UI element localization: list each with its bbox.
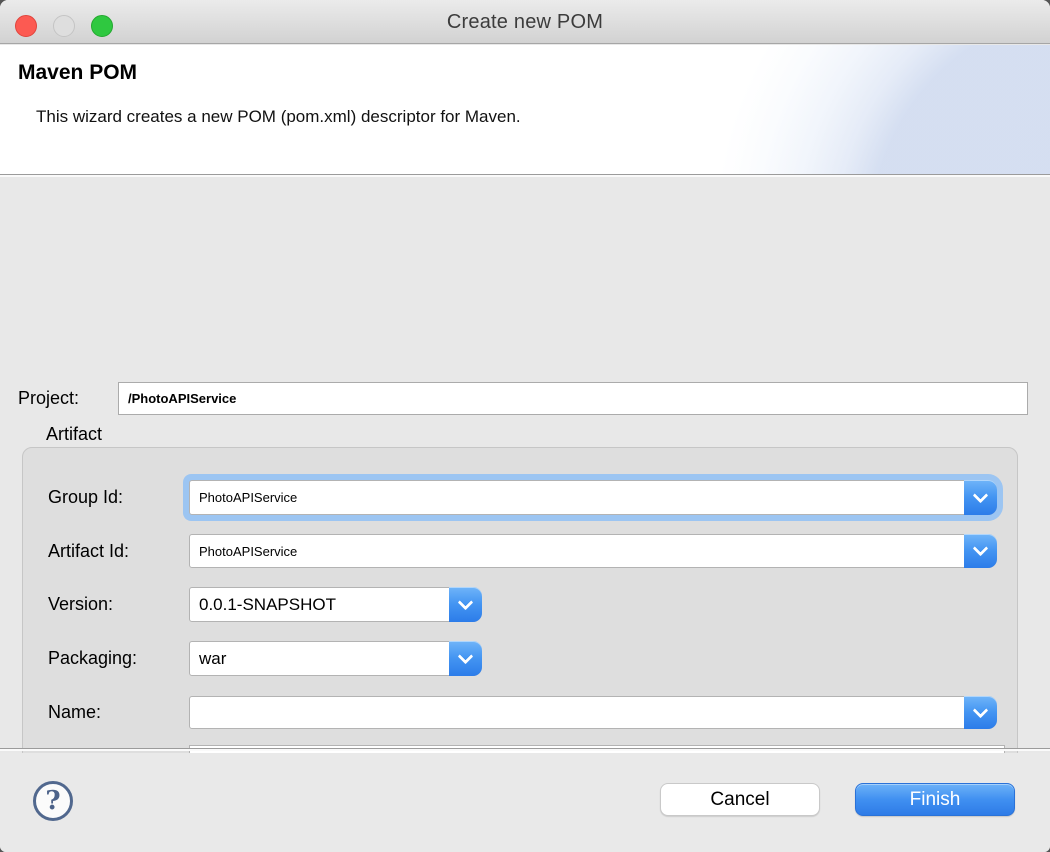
chevron-down-icon: [458, 594, 474, 610]
banner-title: Maven POM: [18, 61, 137, 85]
artifact-id-input[interactable]: [190, 535, 996, 567]
chevron-down-icon: [973, 702, 989, 718]
artifact-id-dropdown-button[interactable]: [964, 534, 997, 568]
version-dropdown-button[interactable]: [449, 587, 482, 622]
title-bar[interactable]: Create new POM: [0, 0, 1050, 44]
artifact-group-title: Artifact: [46, 422, 102, 446]
packaging-dropdown-button[interactable]: [449, 641, 482, 676]
group-id-dropdown-button[interactable]: [964, 480, 997, 515]
group-id-input[interactable]: [190, 481, 996, 514]
name-input[interactable]: [190, 697, 996, 728]
help-button[interactable]: ?: [33, 781, 73, 821]
group-id-combo: [189, 480, 997, 515]
cancel-button[interactable]: Cancel: [660, 783, 820, 816]
name-combo: [189, 696, 997, 729]
version-label: Version:: [48, 587, 113, 622]
finish-button[interactable]: Finish: [855, 783, 1015, 816]
artifact-id-combo: [189, 534, 997, 568]
packaging-label: Packaging:: [48, 641, 137, 676]
name-label: Name:: [48, 696, 101, 729]
wizard-content: Project: Artifact Group Id: Artifact Id:…: [0, 179, 1050, 748]
chevron-down-icon: [973, 541, 989, 557]
artifact-id-label: Artifact Id:: [48, 534, 129, 568]
name-dropdown-button[interactable]: [964, 696, 997, 729]
version-combo: [189, 587, 482, 622]
chevron-down-icon: [973, 487, 989, 503]
project-input[interactable]: [118, 382, 1028, 415]
packaging-input[interactable]: [190, 642, 481, 675]
wizard-banner: Maven POM This wizard creates a new POM …: [0, 45, 1050, 174]
version-input[interactable]: [190, 588, 481, 621]
packaging-combo: [189, 641, 482, 676]
chevron-down-icon: [458, 648, 474, 664]
create-new-pom-dialog: Create new POM Maven POM This wizard cre…: [0, 0, 1050, 852]
banner-description: This wizard creates a new POM (pom.xml) …: [36, 107, 521, 127]
window-title: Create new POM: [0, 0, 1050, 44]
banner-separator: [0, 174, 1050, 177]
footer-separator: [0, 748, 1050, 751]
button-bar: ? Cancel Finish: [0, 753, 1050, 852]
group-id-label: Group Id:: [48, 480, 123, 515]
banner-decoration: [630, 45, 1050, 174]
question-mark-icon: ?: [45, 788, 60, 814]
project-label: Project:: [18, 382, 79, 415]
